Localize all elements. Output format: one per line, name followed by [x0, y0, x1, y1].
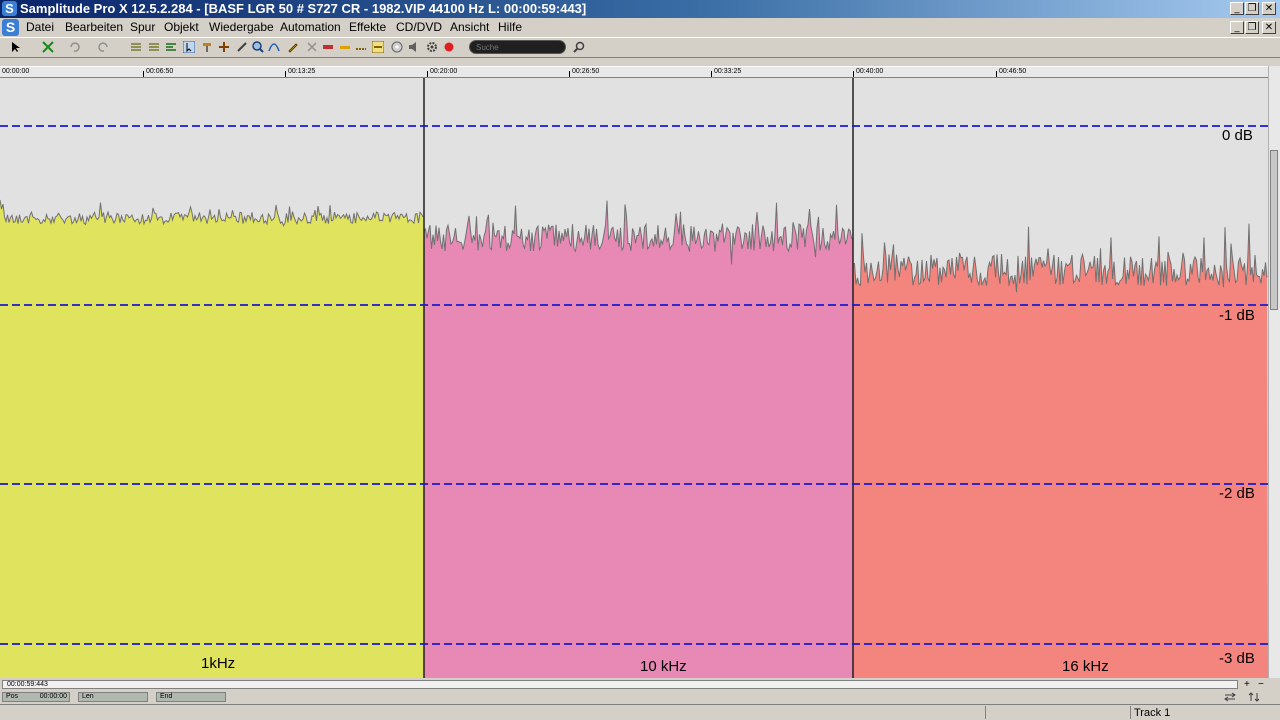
vertical-arrows-icon[interactable]	[1248, 692, 1260, 702]
menu-objekt[interactable]: Objekt	[164, 20, 199, 34]
len-label: Len	[82, 693, 94, 700]
ruler-label: 00:13:25	[288, 68, 316, 75]
ruler-label: 00:46:50	[999, 68, 1027, 75]
tool-icon[interactable]	[201, 41, 213, 53]
zoom-in-button[interactable]: +	[1244, 679, 1250, 690]
pos-value: 00:00:00	[39, 693, 67, 700]
scissors-icon[interactable]	[306, 41, 318, 53]
vertical-scrollbar[interactable]	[1268, 66, 1280, 678]
title-bar: S Samplitude Pro X 12.5.2.284 - [BASF LG…	[0, 0, 1280, 18]
segment-label-16khz: 16 kHz	[1062, 658, 1109, 675]
segment-label-1khz: 1kHz	[201, 655, 236, 672]
curve-icon[interactable]	[268, 41, 280, 53]
menu-bearbeiten[interactable]: Bearbeiten	[65, 20, 123, 34]
ruler-label: 00:20:00	[430, 68, 458, 75]
marker-icon[interactable]	[355, 41, 367, 53]
ruler-tick	[996, 71, 997, 77]
document-icon[interactable]: S	[2, 19, 19, 36]
menu-datei[interactable]: Datei	[26, 20, 54, 34]
zoom-icon[interactable]	[252, 41, 264, 53]
status-separator	[985, 706, 986, 719]
status-bar: Track 1	[0, 704, 1280, 720]
redo-icon[interactable]	[98, 41, 110, 53]
time-ruler[interactable]: 00:00:00 00:06:50 00:13:25 00:20:00 00:2…	[0, 66, 1268, 78]
ruler-tick	[427, 71, 428, 77]
ruler-label: 00:06:50	[146, 68, 174, 75]
position-bar: 00:00:59:443 + −	[0, 679, 1280, 690]
db-label-0: 0 dB	[1222, 127, 1253, 144]
ruler-tick	[285, 71, 286, 77]
menu-effekte[interactable]: Effekte	[349, 20, 386, 34]
horizontal-scrollbar[interactable]: 00:00:59:443	[2, 680, 1238, 689]
ruler-label: 00:00:00	[2, 68, 30, 75]
pointer-icon[interactable]	[10, 41, 22, 53]
segment-1khz-fill[interactable]	[0, 199, 424, 678]
position-readout: 00:00:59:443	[7, 681, 48, 688]
status-track: Track 1	[1134, 707, 1171, 719]
menu-hilfe[interactable]: Hilfe	[498, 20, 522, 34]
ruler-label: 00:26:50	[572, 68, 600, 75]
ruler-label: 00:33:25	[714, 68, 742, 75]
end-label: End	[160, 693, 173, 700]
menu-automation[interactable]: Automation	[280, 20, 341, 34]
doc-close-button[interactable]: ✕	[1262, 21, 1276, 34]
toolbar	[0, 37, 1280, 58]
app-logo-icon: S	[2, 1, 17, 16]
pos-field[interactable]: Pos 00:00:00	[2, 692, 70, 702]
menu-wiedergabe[interactable]: Wiedergabe	[209, 20, 274, 34]
range-bar: Pos 00:00:00 Len End	[0, 690, 1280, 704]
segment-10khz-fill[interactable]	[424, 200, 853, 678]
menu-cd-dvd[interactable]: CD/DVD	[396, 20, 442, 34]
tool-icon[interactable]	[218, 41, 230, 53]
waveform-canvas[interactable]	[0, 78, 1268, 678]
magnifier-icon[interactable]	[573, 41, 585, 53]
ruler-header	[0, 58, 1280, 66]
settings-icon[interactable]	[426, 41, 438, 53]
segment-16khz-fill[interactable]	[853, 223, 1268, 678]
db-label-1: -1 dB	[1219, 307, 1255, 324]
pencil-icon[interactable]	[287, 41, 299, 53]
menu-spur[interactable]: Spur	[130, 20, 155, 34]
db-label-2: -2 dB	[1219, 485, 1255, 502]
marker-icon[interactable]	[339, 41, 351, 53]
speaker-icon[interactable]	[408, 41, 420, 53]
ruler-label: 00:40:00	[856, 68, 884, 75]
end-field[interactable]: End	[156, 692, 226, 702]
record-icon[interactable]	[443, 41, 455, 53]
window-title: Samplitude Pro X 12.5.2.284 - [BASF LGR …	[20, 1, 587, 16]
undo-icon[interactable]	[68, 41, 80, 53]
doc-maximize-button[interactable]: ❐	[1245, 21, 1259, 34]
swap-arrows-icon[interactable]	[1224, 692, 1236, 702]
search-input[interactable]	[469, 40, 566, 54]
pos-label: Pos	[6, 693, 19, 700]
vertical-scrollbar-thumb[interactable]	[1270, 150, 1278, 310]
tool-icon[interactable]	[236, 41, 248, 53]
segment-label-10khz: 10 kHz	[640, 658, 687, 675]
close-button[interactable]: ✕	[1262, 2, 1276, 15]
cd-icon[interactable]	[391, 41, 403, 53]
list-icon[interactable]	[130, 41, 142, 53]
ruler-tick	[569, 71, 570, 77]
db-label-3: -3 dB	[1219, 650, 1255, 667]
cross-icon[interactable]	[42, 41, 54, 53]
marker-icon[interactable]	[322, 41, 334, 53]
zoom-out-button[interactable]: −	[1258, 679, 1264, 690]
len-field[interactable]: Len	[78, 692, 148, 702]
list-icon[interactable]	[148, 41, 160, 53]
maximize-button[interactable]: ❐	[1245, 2, 1259, 15]
cursor-icon[interactable]	[183, 41, 195, 53]
status-separator	[1130, 706, 1131, 719]
ruler-tick	[853, 71, 854, 77]
waveform-area[interactable]: 0 dB -1 dB -2 dB -3 dB 1kHz 10 kHz 16 kH…	[0, 78, 1268, 678]
doc-minimize-button[interactable]: _	[1230, 21, 1244, 34]
ruler-tick	[143, 71, 144, 77]
list-icon[interactable]	[165, 41, 177, 53]
marker-icon[interactable]	[372, 41, 384, 53]
menu-bar: S Datei Bearbeiten Spur Objekt Wiedergab…	[0, 18, 1280, 37]
ruler-tick	[711, 71, 712, 77]
minimize-button[interactable]: _	[1230, 2, 1244, 15]
menu-ansicht[interactable]: Ansicht	[450, 20, 489, 34]
